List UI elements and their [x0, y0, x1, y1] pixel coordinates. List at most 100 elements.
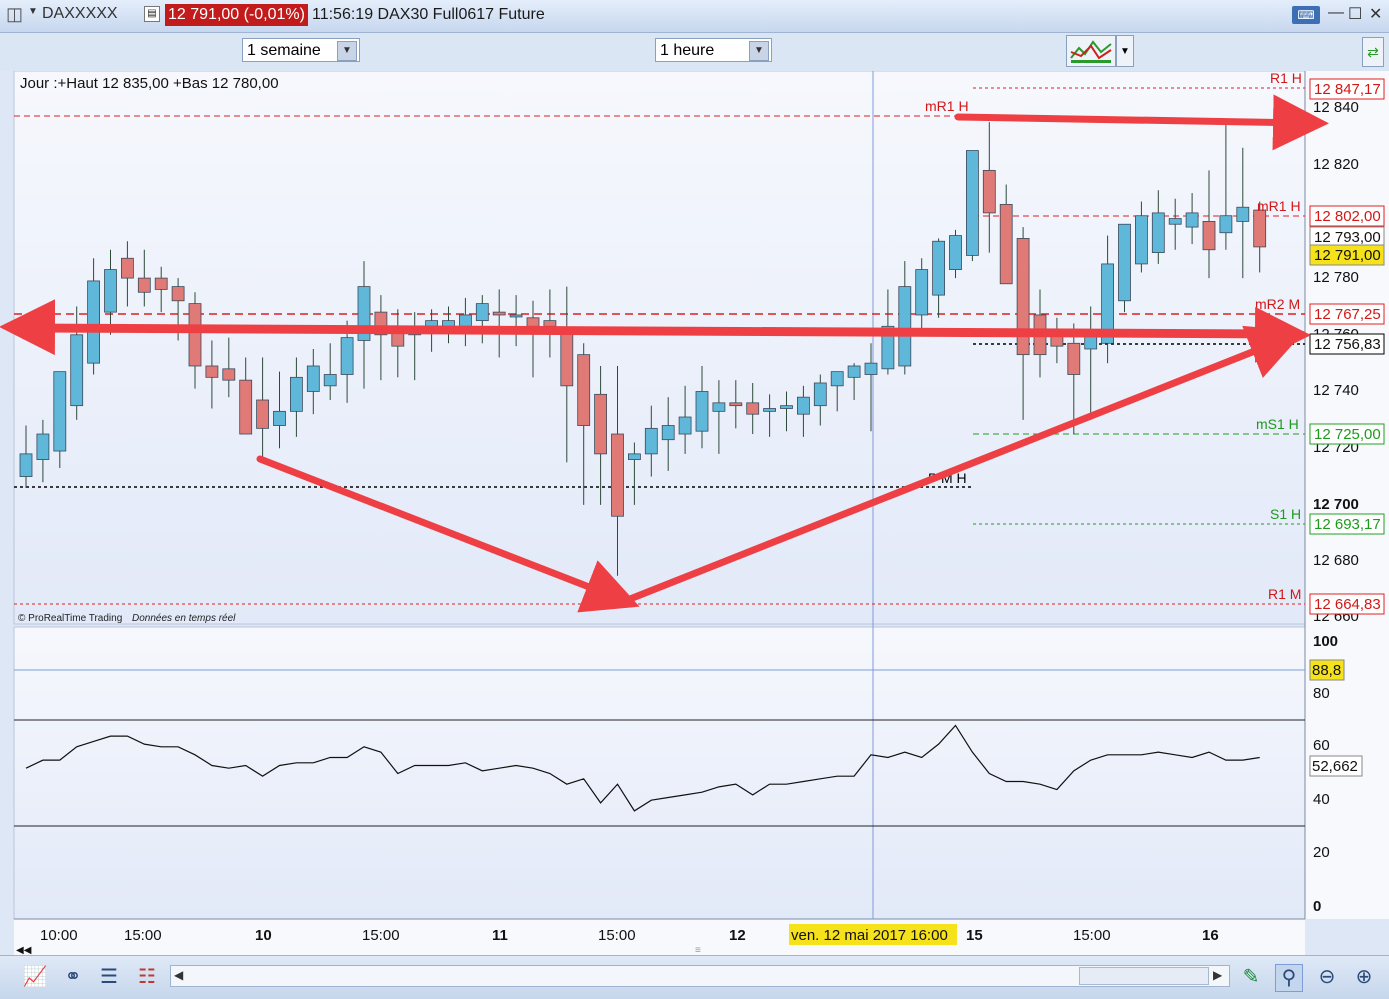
pivot-label-mr2m: mR2 M [1255, 296, 1300, 312]
zoom-area-icon[interactable]: ⚲ [1275, 964, 1303, 992]
candle-bearish [239, 379, 253, 435]
tag-r1m: 12 664,83 [1309, 593, 1385, 615]
chart-area[interactable]: mR1 H R1 H mR1 H mR2 M PM mS1 H P M H S1… [0, 71, 1389, 955]
time-tick: 15:00 [1073, 927, 1111, 944]
chevron-down-icon[interactable]: ▼ [337, 41, 357, 61]
list-icon[interactable]: ☰ [96, 964, 122, 990]
candle-bullish [1168, 218, 1182, 225]
tag-pm: 12 756,83 [1309, 333, 1385, 355]
chevron-down-icon[interactable]: ▼ [749, 41, 769, 61]
zoom-out-icon[interactable]: ⊖ [1314, 964, 1340, 990]
tag-mr1h: 12 802,00 [1309, 205, 1385, 227]
candle-bullish [661, 425, 675, 441]
tag-r1h: 12 847,17 [1309, 78, 1385, 100]
candle-bearish [222, 368, 236, 381]
candle-bullish [712, 402, 726, 412]
candle-bullish [1135, 215, 1148, 265]
scroll-right-icon[interactable]: ▶ [1213, 968, 1222, 982]
drawing-tools-icon[interactable]: ✎ [1238, 964, 1264, 990]
tag-s1h: 12 693,17 [1309, 513, 1385, 535]
interval-select[interactable]: 1 heure ▼ [655, 38, 772, 62]
symbol-label[interactable]: DAXXXXX [42, 5, 118, 23]
candle-bullish [509, 314, 523, 318]
candle-bullish [1118, 223, 1131, 302]
candle-bearish [999, 203, 1013, 285]
close-icon[interactable]: ✕ [1369, 4, 1382, 24]
price-tick: 12 780 [1313, 269, 1359, 286]
osc-upper-tag: 88,8 [1309, 659, 1345, 681]
maximize-icon[interactable]: ☐ [1348, 4, 1362, 24]
interval-select-value: 1 heure [660, 42, 715, 59]
osc-tick: 100 [1313, 633, 1338, 650]
price-tick: 12 680 [1313, 552, 1359, 569]
candle-bullish [36, 433, 50, 460]
tag-prev-price-text: 12 793,00 [1314, 229, 1381, 246]
scroll-left-icon[interactable]: ◀ [174, 968, 183, 982]
price-tick: 12 820 [1313, 156, 1359, 173]
period-select[interactable]: 1 semaine ▼ [242, 38, 360, 62]
candle-bearish [205, 365, 219, 378]
candle-bearish [982, 169, 996, 214]
candle-bullish [915, 269, 929, 316]
candle-bullish [425, 320, 439, 327]
candle-bullish [644, 427, 658, 455]
chevron-down-icon[interactable]: ▼ [28, 6, 38, 17]
tag-ms1h-text: 12 725,00 [1314, 426, 1381, 443]
candle-bullish [475, 303, 489, 322]
chart-export-icon[interactable]: 📈 [22, 964, 48, 990]
chart-toolbar: 1 semaine ▼ 1 heure ▼ ▼ ⇄ [0, 33, 1389, 71]
candle-bullish [289, 376, 303, 412]
stacked-list-icon[interactable]: ☷ [134, 964, 160, 990]
grip-icon[interactable]: ≡ [695, 945, 701, 955]
tag-pm-text: 12 756,83 [1314, 336, 1381, 353]
tag-mr2m: 12 767,25 [1309, 303, 1385, 325]
scrollbar-thumb[interactable] [1079, 967, 1209, 985]
tag-last-price-text: 12 791,00 [1314, 247, 1381, 264]
candle-bearish [256, 399, 270, 429]
candle-bearish [543, 320, 557, 327]
candle-bullish [797, 396, 810, 415]
zoom-in-icon[interactable]: ⊕ [1351, 964, 1377, 990]
horizontal-scrollbar[interactable]: ◀ ▶ [170, 965, 1230, 987]
candle-bullish [104, 269, 117, 313]
price-tick: 12 840 [1313, 99, 1359, 116]
document-icon[interactable]: ▤ [144, 6, 160, 22]
osc-upper-tag-text: 88,8 [1312, 662, 1341, 679]
keyboard-icon[interactable]: ⌨ [1292, 6, 1320, 24]
scroll-left-arrows-icon[interactable]: ◀◀ [16, 945, 32, 955]
candle-bullish [780, 405, 793, 409]
candle-bullish [830, 371, 844, 387]
bottom-toolbar: 📈 ⚭ ☰ ☷ ◀ ▶ ✎ ⚲ ⊖ ⊕ [0, 955, 1389, 999]
candle-bullish [932, 240, 945, 296]
candle-bearish [611, 433, 624, 517]
pivot-label-r1m: R1 M [1268, 586, 1301, 602]
candle-bearish [1067, 342, 1081, 375]
osc-tick: 60 [1313, 737, 1330, 754]
candlestick-icon[interactable]: ◫ [6, 4, 23, 25]
period-select-value: 1 semaine [247, 42, 321, 59]
chevron-down-icon[interactable]: ▼ [1116, 35, 1134, 67]
panel-toggle-icon[interactable]: ⇄ [1362, 37, 1384, 67]
crosshair-date-text: ven. 12 mai 2017 16:00 [791, 927, 948, 944]
indicator-chart-icon [1070, 40, 1112, 63]
pivot-label-ms1h: mS1 H [1256, 416, 1299, 432]
pivot-label-mr1: mR1 H [925, 98, 969, 114]
osc-value-tag-text: 52,662 [1312, 758, 1358, 775]
indicators-button[interactable] [1066, 35, 1116, 67]
pivot-label-mr1h: mR1 H [1257, 198, 1301, 214]
tag-prev-price: 12 793,00 [1309, 226, 1385, 248]
candle-bullish [70, 334, 84, 407]
time-axis [14, 919, 1305, 955]
price-tick: 12 740 [1313, 382, 1359, 399]
time-tick: 15:00 [598, 927, 636, 944]
link-icon[interactable]: ⚭ [60, 964, 86, 990]
crosshair-date-tag: ven. 12 mai 2017 16:00 [789, 924, 957, 945]
candle-bearish [729, 402, 743, 407]
candle-bullish [306, 365, 320, 392]
candle-bullish [813, 382, 827, 407]
candle-bullish [864, 362, 878, 375]
candle-bearish [577, 354, 591, 426]
candle-bullish [458, 314, 472, 327]
candle-bullish [678, 416, 692, 435]
minimize-icon[interactable]: — [1328, 4, 1344, 22]
